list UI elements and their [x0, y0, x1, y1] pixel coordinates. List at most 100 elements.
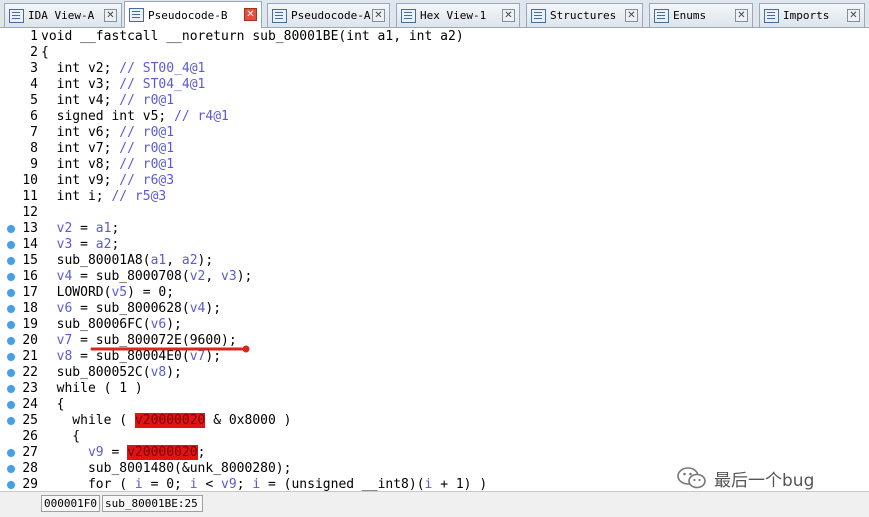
breakpoint-dot-icon[interactable]	[7, 289, 15, 297]
breakpoint-dot-icon[interactable]	[7, 465, 15, 473]
code-token: int i;	[41, 189, 112, 204]
status-location: sub_80001BE:25	[102, 495, 203, 512]
code-variable[interactable]: v3	[221, 269, 237, 284]
code-comment[interactable]: // r0@1	[119, 157, 174, 172]
breakpoint-dot-icon[interactable]	[7, 385, 15, 393]
code-token: <	[197, 477, 222, 491]
code-line[interactable]: 22 sub_800052C(v8);	[0, 365, 869, 381]
breakpoint-dot-icon[interactable]	[7, 273, 15, 281]
highlighted-variable[interactable]: v20000020	[134, 413, 206, 428]
tab-structures[interactable]: Structures ✕	[526, 3, 643, 27]
code-line[interactable]: 10 int v9; // r6@3	[0, 173, 869, 189]
code-line[interactable]: 11 int i; // r5@3	[0, 189, 869, 205]
pseudocode-view[interactable]: 1 void __fastcall __noreturn sub_80001BE(…	[0, 28, 869, 491]
code-line[interactable]: 1 void __fastcall __noreturn sub_80001BE(…	[0, 29, 869, 45]
code-line[interactable]: 16 v4 = sub_8000708(v2, v3);	[0, 269, 869, 285]
code-comment[interactable]: // ST00_4@1	[119, 61, 205, 76]
code-variable[interactable]: v4	[57, 269, 73, 284]
breakpoint-dot-icon[interactable]	[7, 417, 15, 425]
code-line[interactable]: 3 int v2; // ST00_4@1	[0, 61, 869, 77]
breakpoint-dot-icon[interactable]	[7, 481, 15, 489]
close-icon[interactable]: ✕	[244, 8, 257, 21]
code-line[interactable]: 8 int v7; // r0@1	[0, 141, 869, 157]
code-variable[interactable]: v7	[190, 349, 206, 364]
code-line[interactable]: 4 int v3; // ST04_4@1	[0, 77, 869, 93]
code-variable[interactable]: v8	[57, 349, 73, 364]
code-variable[interactable]: a1	[96, 221, 112, 236]
code-line[interactable]: 12	[0, 205, 869, 221]
breakpoint-dot-icon[interactable]	[7, 449, 15, 457]
tab-imports[interactable]: Imports ✕	[759, 3, 865, 27]
code-comment[interactable]: // r0@1	[119, 93, 174, 108]
breakpoint-dot-icon[interactable]	[7, 225, 15, 233]
tab-pseudocode-a[interactable]: Pseudocode-A ✕	[267, 3, 390, 27]
code-line[interactable]: 25 while ( v20000020 & 0x8000 )	[0, 413, 869, 429]
code-token: + 1) )	[432, 477, 488, 491]
tab-ida-view-a[interactable]: IDA View-A ✕	[4, 3, 122, 27]
tab-pseudocode-b[interactable]: Pseudocode-B ✕	[124, 1, 262, 28]
code-text: sub_8001480(&unk_8000280);	[41, 461, 292, 477]
close-icon[interactable]: ✕	[104, 9, 117, 22]
code-comment[interactable]: // r4@1	[174, 109, 229, 124]
code-line[interactable]: 9 int v8; // r0@1	[0, 157, 869, 173]
code-text: sub_800052C(v8);	[41, 365, 182, 381]
code-line[interactable]: 24 {	[0, 397, 869, 413]
breakpoint-dot-icon[interactable]	[7, 257, 15, 265]
code-line[interactable]: 18 v6 = sub_8000628(v4);	[0, 301, 869, 317]
code-variable[interactable]: v9	[88, 445, 104, 460]
code-variable[interactable]: a2	[182, 253, 198, 268]
code-comment[interactable]: // ST04_4@1	[119, 77, 205, 92]
code-variable[interactable]: v2	[57, 221, 73, 236]
code-variable[interactable]: v9	[221, 477, 237, 491]
tab-hex-view-1[interactable]: Hex View-1 ✕	[396, 3, 520, 27]
code-line[interactable]: 26 {	[0, 429, 869, 445]
code-line[interactable]: 6 signed int v5; // r4@1	[0, 109, 869, 125]
code-line[interactable]: 7 int v6; // r0@1	[0, 125, 869, 141]
code-variable[interactable]: v8	[151, 365, 167, 380]
code-line[interactable]: 17 LOWORD(v5) = 0;	[0, 285, 869, 301]
code-variable[interactable]: a2	[96, 237, 112, 252]
close-icon[interactable]: ✕	[372, 9, 385, 22]
code-line[interactable]: 19 sub_80006FC(v6);	[0, 317, 869, 333]
code-comment[interactable]: // r6@3	[119, 173, 174, 188]
code-line[interactable]: 13 v2 = a1;	[0, 221, 869, 237]
code-line[interactable]: 5 int v4; // r0@1	[0, 93, 869, 109]
code-line[interactable]: 27 v9 = v20000020;	[0, 445, 869, 461]
code-variable[interactable]: v6	[151, 317, 167, 332]
code-comment[interactable]: // r0@1	[119, 141, 174, 156]
code-variable[interactable]: v4	[190, 301, 206, 316]
code-variable[interactable]: v7	[57, 333, 73, 348]
breakpoint-dot-icon[interactable]	[7, 321, 15, 329]
close-icon[interactable]: ✕	[502, 9, 515, 22]
code-variable[interactable]: a1	[151, 253, 167, 268]
code-variable[interactable]: v3	[57, 237, 73, 252]
breakpoint-dot-icon[interactable]	[7, 401, 15, 409]
code-line[interactable]: 2{	[0, 45, 869, 61]
code-line[interactable]: 15 sub_80001A8(a1, a2);	[0, 253, 869, 269]
breakpoint-dot-icon[interactable]	[7, 337, 15, 345]
highlighted-variable[interactable]: v20000020	[127, 445, 198, 460]
close-icon[interactable]: ✕	[735, 9, 748, 22]
code-variable[interactable]: i	[190, 477, 198, 491]
breakpoint-dot-icon[interactable]	[7, 241, 15, 249]
code-variable[interactable]: v5	[111, 285, 127, 300]
close-icon[interactable]: ✕	[625, 9, 638, 22]
breakpoint-dot-icon[interactable]	[7, 369, 15, 377]
code-comment[interactable]: // r0@1	[119, 125, 174, 140]
code-token: = sub_80004E0(	[72, 349, 190, 364]
breakpoint-dot-icon[interactable]	[7, 353, 15, 361]
code-line[interactable]: 14 v3 = a2;	[0, 237, 869, 253]
code-text: int v8; // r0@1	[41, 157, 174, 173]
code-variable[interactable]: v6	[57, 301, 73, 316]
code-variable[interactable]: i	[135, 477, 143, 491]
code-token: sub_80006FC(	[41, 317, 151, 332]
code-variable[interactable]: i	[252, 477, 260, 491]
close-icon[interactable]: ✕	[847, 9, 860, 22]
breakpoint-dot-icon[interactable]	[7, 305, 15, 313]
code-line[interactable]: 21 v8 = sub_80004E0(v7);	[0, 349, 869, 365]
code-variable[interactable]: v2	[190, 269, 206, 284]
code-comment[interactable]: // r5@3	[111, 189, 166, 204]
code-line[interactable]: 23 while ( 1 )	[0, 381, 869, 397]
tab-enums[interactable]: Enums ✕	[649, 3, 753, 27]
code-line[interactable]: 20 v7 = sub_800072E(9600);	[0, 333, 869, 349]
